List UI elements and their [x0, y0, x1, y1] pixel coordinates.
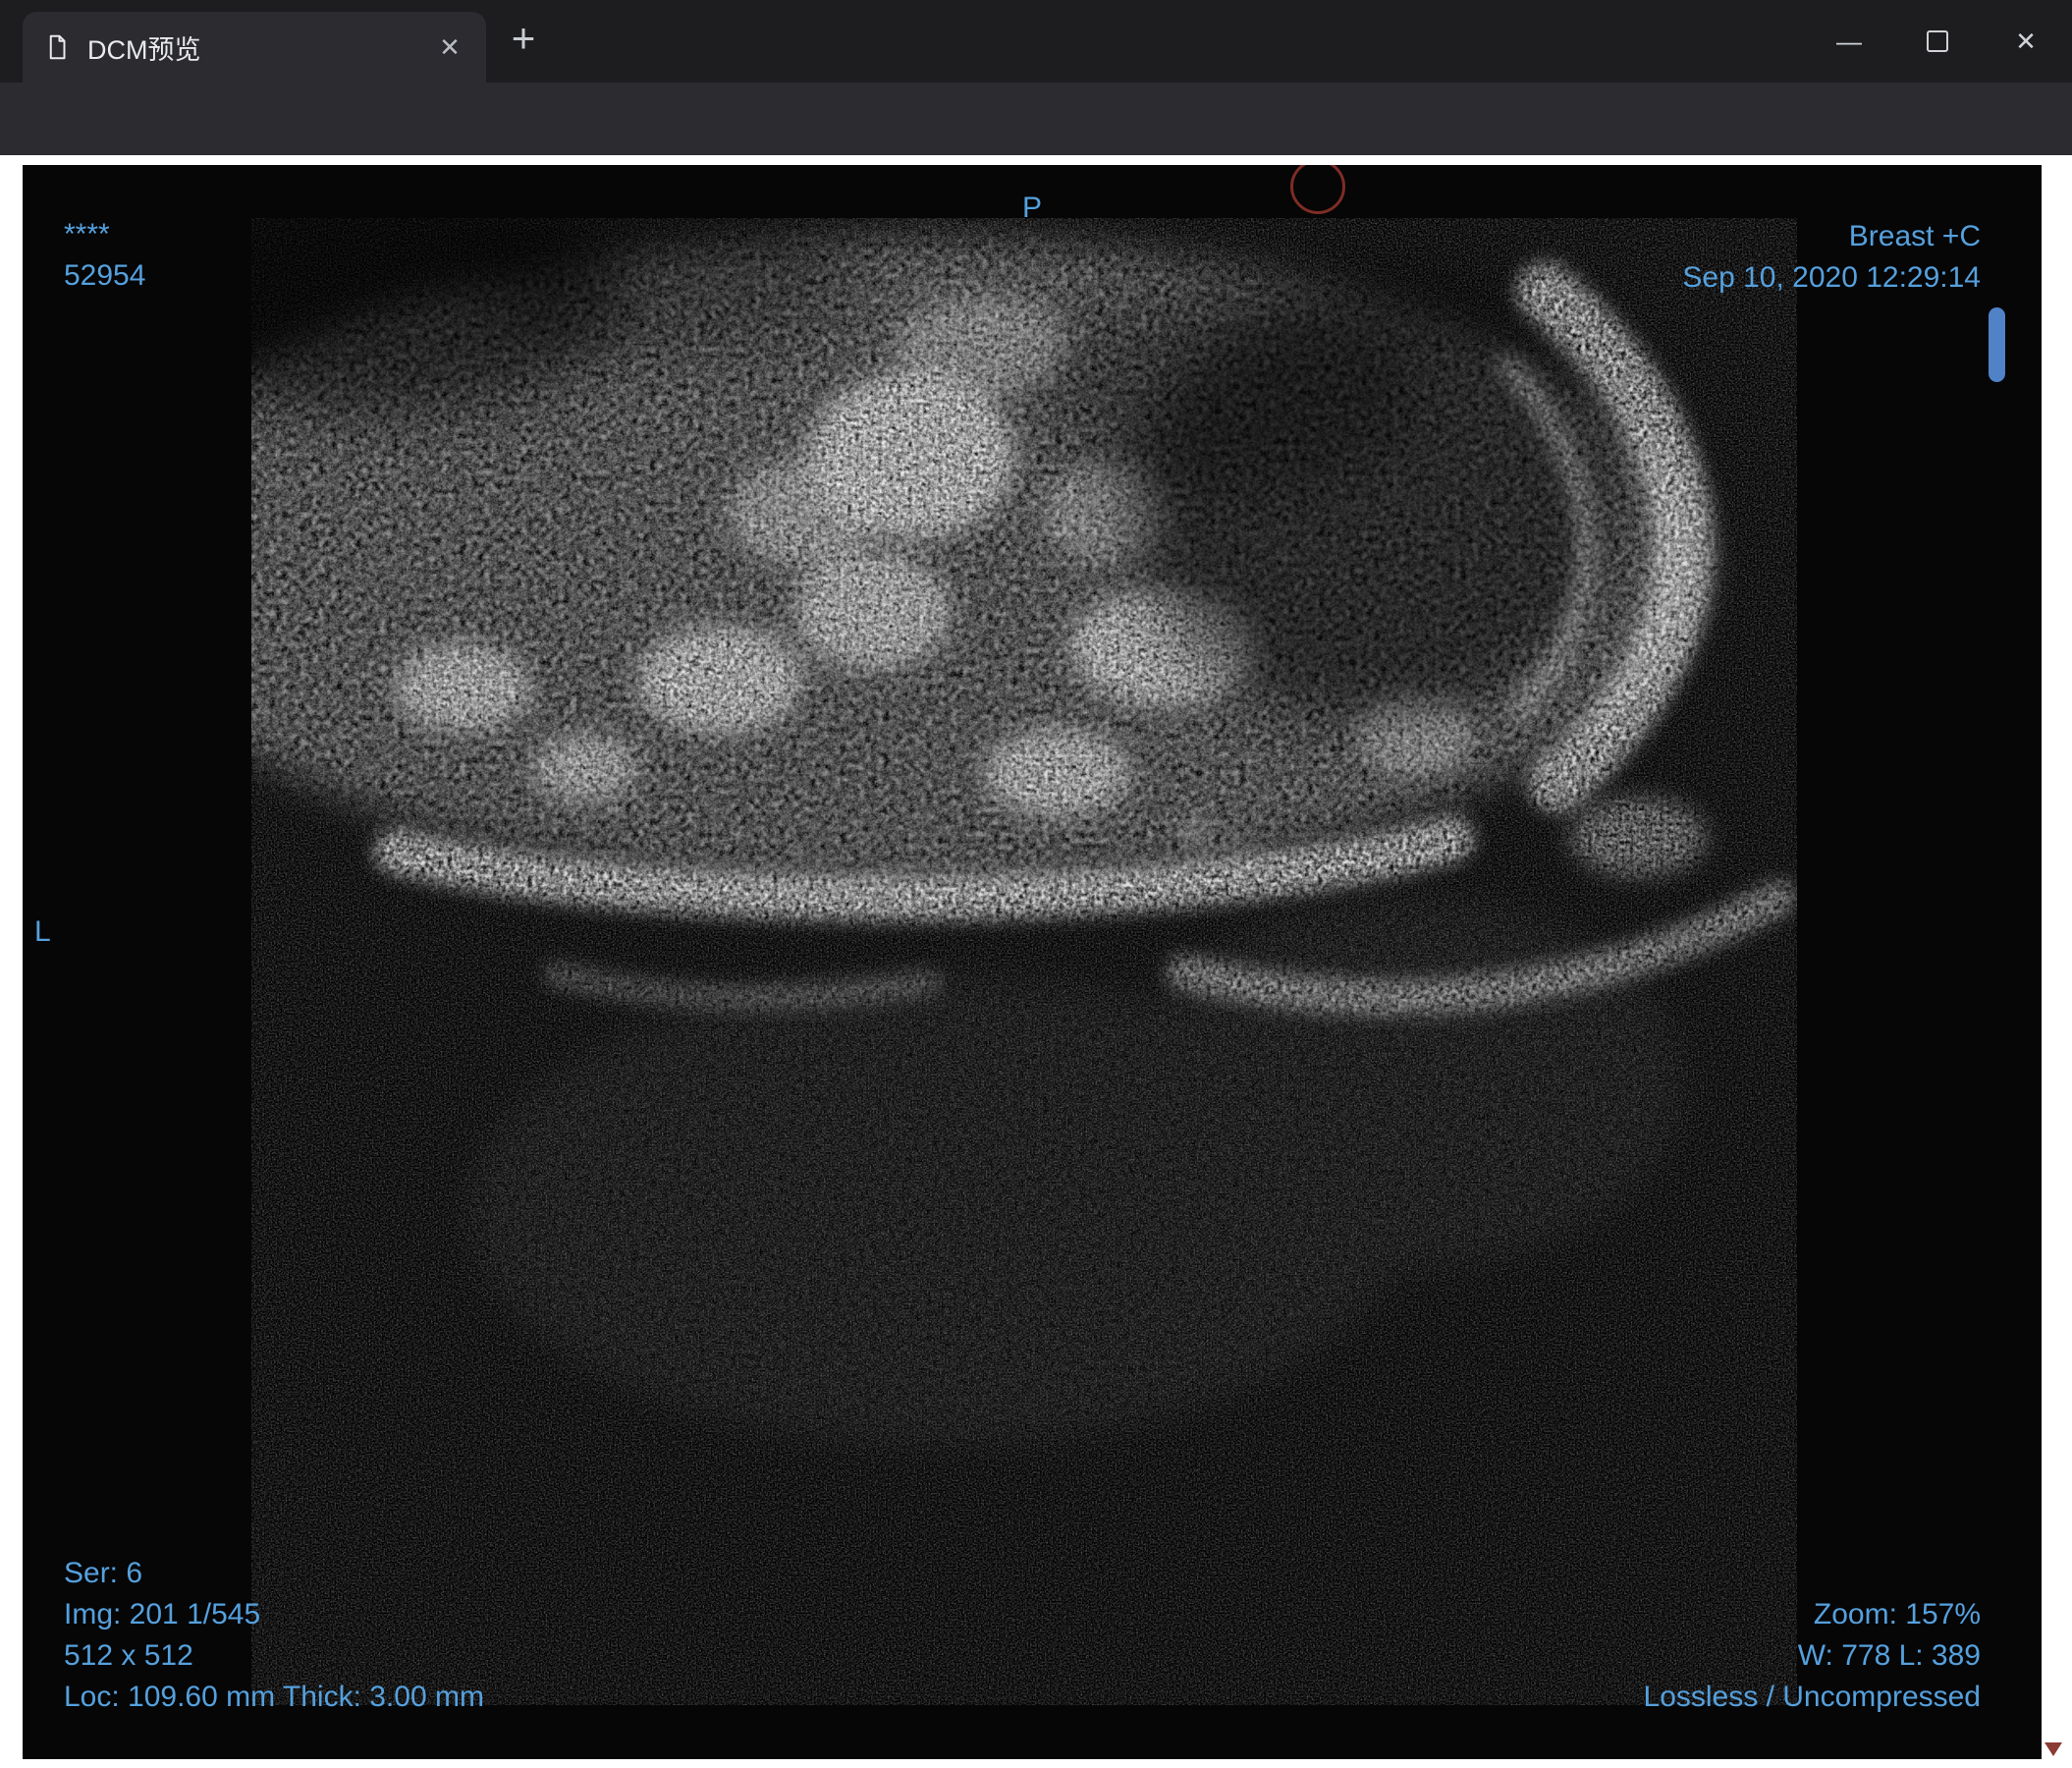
maximize-button[interactable]	[1893, 0, 1982, 83]
viewer-scrollbar-thumb[interactable]	[1989, 307, 2005, 382]
study-description: Breast +C	[1848, 220, 1981, 252]
series-number: Ser: 6	[64, 1557, 143, 1589]
tab-close-icon[interactable]: ✕	[433, 32, 466, 63]
overlay-series-info: Ser: 6 Img: 201 1/545 512 x 512 Loc: 109…	[64, 1553, 484, 1718]
maximize-icon	[1927, 30, 1948, 52]
page-background: **** 52954 P Breast +C Sep 10, 2020 12:2…	[0, 155, 2072, 1768]
slice-location: Loc: 109.60 mm Thick: 3.00 mm	[64, 1681, 484, 1713]
window-controls: — ✕	[1805, 0, 2070, 83]
scroll-down-arrow[interactable]	[2045, 1742, 2062, 1756]
orientation-marker-left: L	[34, 915, 51, 948]
patient-number: 52954	[64, 259, 146, 292]
tab-title: DCM预览	[87, 34, 201, 65]
zoom-level: Zoom: 157%	[1813, 1598, 1981, 1630]
minimize-button[interactable]: —	[1805, 0, 1893, 83]
mri-image[interactable]	[251, 218, 1797, 1705]
browser-toolbar: https://file.kkview.cn/onlinePreview?url…	[0, 83, 2072, 232]
image-index: Img: 201 1/545	[64, 1598, 261, 1630]
compression-info: Lossless / Uncompressed	[1643, 1681, 1981, 1713]
overlay-study-info: Breast +C Sep 10, 2020 12:29:14	[1682, 216, 1981, 299]
close-window-button[interactable]: ✕	[1982, 0, 2070, 83]
new-tab-button[interactable]: +	[501, 16, 546, 61]
window-level: W: 778 L: 389	[1797, 1639, 1981, 1672]
tab-bar: DCM预览 ✕ + — ✕	[0, 0, 2072, 83]
study-datetime: Sep 10, 2020 12:29:14	[1682, 261, 1981, 294]
document-icon	[42, 32, 72, 62]
tab-dcm-preview[interactable]: DCM预览 ✕	[23, 12, 486, 83]
browser-window: DCM预览 ✕ + — ✕ **** 52954 P Breast +C Sep…	[0, 0, 2072, 1768]
dicom-viewer: **** 52954 P Breast +C Sep 10, 2020 12:2…	[23, 165, 2042, 1759]
image-matrix: 512 x 512	[64, 1639, 193, 1672]
overlay-display-info: Zoom: 157% W: 778 L: 389 Lossless / Unco…	[1644, 1594, 1981, 1718]
